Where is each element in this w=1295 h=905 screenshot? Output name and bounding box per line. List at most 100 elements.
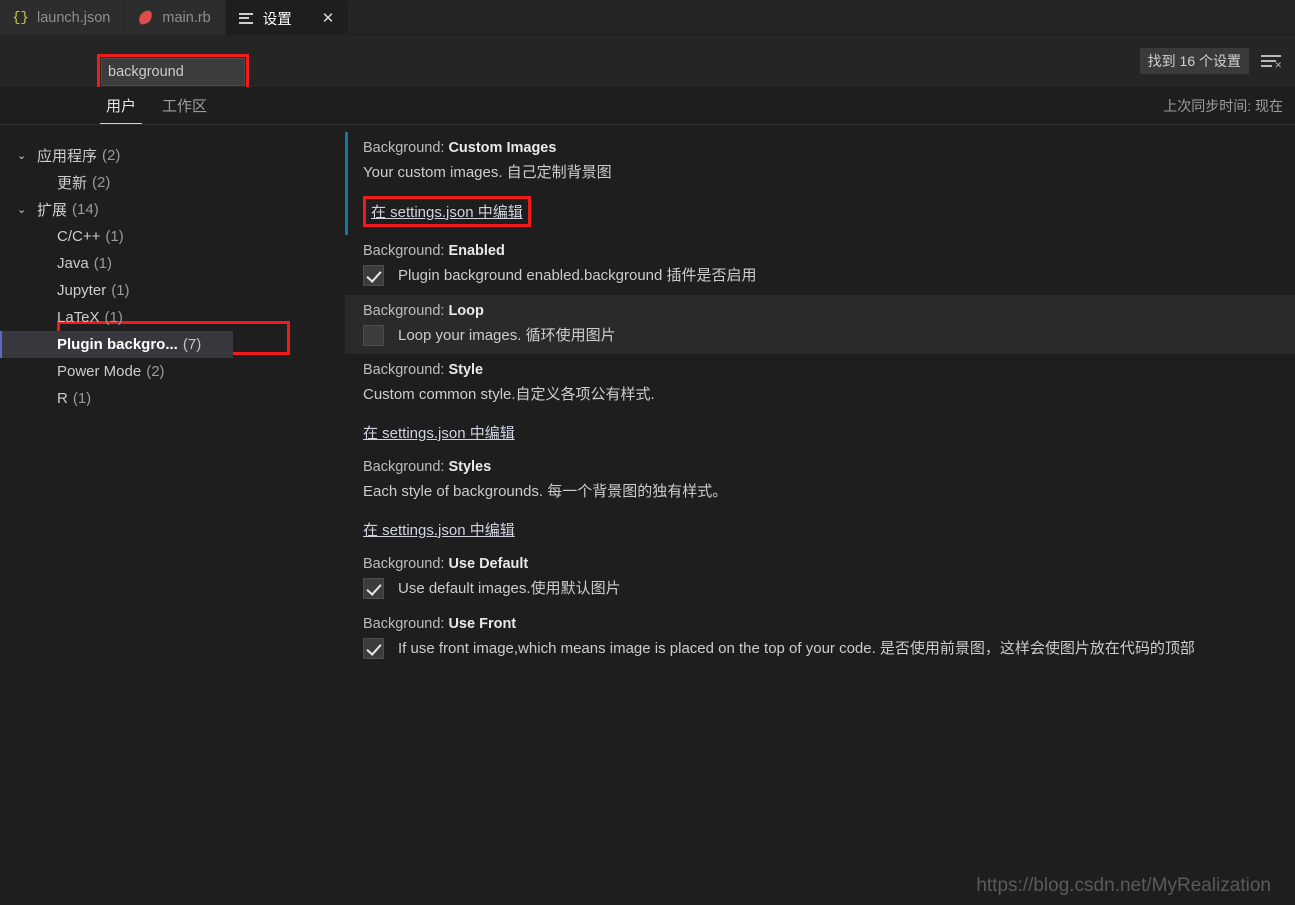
toc-item-count: (1) <box>104 309 123 326</box>
setting-row[interactable]: Background: Styles Each style of backgrou… <box>345 451 1295 548</box>
setting-name: Style <box>448 362 484 379</box>
settings-lines-icon <box>238 10 255 27</box>
tab-user[interactable]: 用户 <box>100 95 143 124</box>
toc-item-label: 应用程序 <box>37 148 98 165</box>
search-row-right: 找到 16 个设置 ✕ <box>1139 35 1282 87</box>
sync-status-label: 上次同步时间: 现在 <box>1163 98 1283 114</box>
toc-item-label: 扩展 <box>37 202 68 219</box>
setting-description: Your custom images. 自己定制背景图 <box>363 164 612 181</box>
setting-name: Use Default <box>448 555 529 572</box>
toc-item-count: (1) <box>72 390 92 407</box>
tab-label: main.rb <box>162 9 211 26</box>
json-file-icon: {} <box>12 9 29 26</box>
setting-row[interactable]: Background: Loop Loop your images. 循环使用图片 <box>345 294 1295 355</box>
setting-row[interactable]: Background: Use Default Use default image… <box>345 548 1295 608</box>
edit-in-settings-json-link[interactable]: 在 settings.json 中编辑 <box>371 201 523 222</box>
setting-row[interactable]: Background: Custom Images Your custom ima… <box>345 132 1295 235</box>
setting-title: Background: Styles <box>363 459 1295 475</box>
toc-item-label: 更新 <box>57 175 88 192</box>
toc-item-java[interactable]: Java (1) <box>0 250 345 277</box>
setting-row[interactable]: Background: Use Front If use front image,… <box>345 608 1295 668</box>
toc-item-count: (2) <box>92 174 111 191</box>
toc-item-label: Jupyter <box>57 282 107 299</box>
settings-toc: ⌄ 应用程序 (2) 更新 (2) ⌄ 扩展 (14) C/C++ (1) Java (1) Jupyt… <box>0 125 345 905</box>
chevron-down-icon[interactable]: ⌄ <box>17 203 37 216</box>
tab-label: launch.json <box>37 9 111 26</box>
setting-category: Background: <box>363 362 449 379</box>
toc-item-plugin-backgro[interactable]: Plugin backgro... (7) <box>0 331 233 358</box>
setting-row[interactable]: Background: Style Custom common style.自定义… <box>345 354 1295 451</box>
search-input[interactable] <box>101 58 245 86</box>
setting-name: Use Front <box>448 615 517 632</box>
setting-title: Background: Loop <box>363 303 1295 319</box>
setting-checkbox-row[interactable]: Use default images.使用默认图片 <box>363 578 1295 600</box>
setting-title: Background: Use Default <box>363 556 1295 572</box>
toc-item-count: (1) <box>105 228 124 245</box>
toc-item-count: (1) <box>111 282 130 299</box>
setting-name: Enabled <box>448 242 505 259</box>
setting-category: Background: <box>363 615 449 632</box>
toc-item-c-c[interactable]: C/C++ (1) <box>0 223 345 250</box>
tab-main-rb[interactable]: main.rb <box>125 0 226 35</box>
setting-checkbox-row[interactable]: Plugin background enabled.background 插件是… <box>363 265 1295 287</box>
tab-launch-json[interactable]: {} launch.json <box>0 0 126 35</box>
toc-item-label: Plugin backgro... <box>57 336 178 353</box>
search-annotation-box <box>97 54 249 90</box>
settings-body: ⌄ 应用程序 (2) 更新 (2) ⌄ 扩展 (14) C/C++ (1) Java (1) Jupyt… <box>0 125 1295 905</box>
toc-item-latex[interactable]: LaTeX (1) <box>0 304 345 331</box>
tab-label: 设置 <box>262 11 292 28</box>
chevron-down-icon[interactable]: ⌄ <box>17 149 37 162</box>
toc-item-count: (7) <box>182 336 202 353</box>
setting-title: Background: Style <box>363 362 1295 378</box>
setting-name: Styles <box>448 459 492 475</box>
toc-item-r[interactable]: R (1) <box>0 385 345 412</box>
edit-in-settings-json-link[interactable]: 在 settings.json 中编辑 <box>363 422 515 443</box>
toc-item-label: R <box>57 390 68 407</box>
setting-category: Background: <box>363 459 449 475</box>
setting-category: Background: <box>363 555 449 572</box>
checkbox-checked-icon[interactable] <box>363 578 384 600</box>
setting-description: Use default images.使用默认图片 <box>398 579 621 597</box>
edit-in-settings-json-link[interactable]: 在 settings.json 中编辑 <box>363 519 515 540</box>
toc-item-[interactable]: ⌄ 应用程序 (2) <box>0 142 345 169</box>
results-count-badge: 找到 16 个设置 <box>1139 48 1249 74</box>
ruby-file-icon <box>137 9 154 26</box>
setting-category: Background: <box>363 242 449 259</box>
toc-item-jupyter[interactable]: Jupyter (1) <box>0 277 345 304</box>
settings-scope-tabs: 用户 工作区 上次同步时间: 现在 <box>0 87 1295 125</box>
toc-item-label: Java <box>57 255 89 272</box>
setting-description: Loop your images. 循环使用图片 <box>398 326 616 344</box>
toc-item-count: (2) <box>146 363 165 380</box>
toc-item-power-mode[interactable]: Power Mode (2) <box>0 358 345 385</box>
setting-description: Plugin background enabled.background 插件是… <box>398 266 757 284</box>
tab-workspace[interactable]: 工作区 <box>156 95 213 124</box>
toc-item-label: C/C++ <box>57 228 101 245</box>
setting-name: Custom Images <box>448 140 557 156</box>
setting-description: Custom common style.自定义各项公有样式. <box>363 386 655 404</box>
setting-description: If use front image,which means image is … <box>398 639 1195 657</box>
setting-checkbox-row[interactable]: Loop your images. 循环使用图片 <box>363 324 1295 347</box>
setting-row[interactable]: Background: Enabled Plugin background ena… <box>345 235 1295 295</box>
setting-title: Background: Use Front <box>363 616 1295 632</box>
checkbox-unchecked-icon[interactable] <box>363 324 384 346</box>
toc-item-count: (14) <box>72 201 99 218</box>
setting-name: Loop <box>448 302 484 319</box>
link-annotation-box: 在 settings.json 中编辑 <box>363 195 531 227</box>
toc-item-count: (2) <box>102 147 121 164</box>
settings-list: Background: Custom Images Your custom ima… <box>345 125 1295 905</box>
tab-settings[interactable]: 设置 ✕ <box>225 0 350 35</box>
setting-title: Background: Custom Images <box>363 140 1295 156</box>
editor-tab-bar: {} launch.json main.rb 设置 ✕ <box>0 0 1295 35</box>
filter-clear-icon[interactable]: ✕ <box>1261 55 1282 70</box>
checkbox-checked-icon[interactable] <box>363 265 384 287</box>
toc-item-count: (1) <box>93 255 113 272</box>
setting-title: Background: Enabled <box>363 243 1295 259</box>
toc-item-[interactable]: ⌄ 扩展 (14) <box>0 196 345 223</box>
setting-checkbox-row[interactable]: If use front image,which means image is … <box>363 637 1295 660</box>
toc-item-[interactable]: 更新 (2) <box>0 169 345 196</box>
toc-item-label: LaTeX <box>57 309 100 326</box>
setting-category: Background: <box>363 302 449 319</box>
checkbox-checked-icon[interactable] <box>363 637 384 659</box>
toc-item-label: Power Mode <box>57 363 142 380</box>
close-icon[interactable]: ✕ <box>322 11 335 26</box>
